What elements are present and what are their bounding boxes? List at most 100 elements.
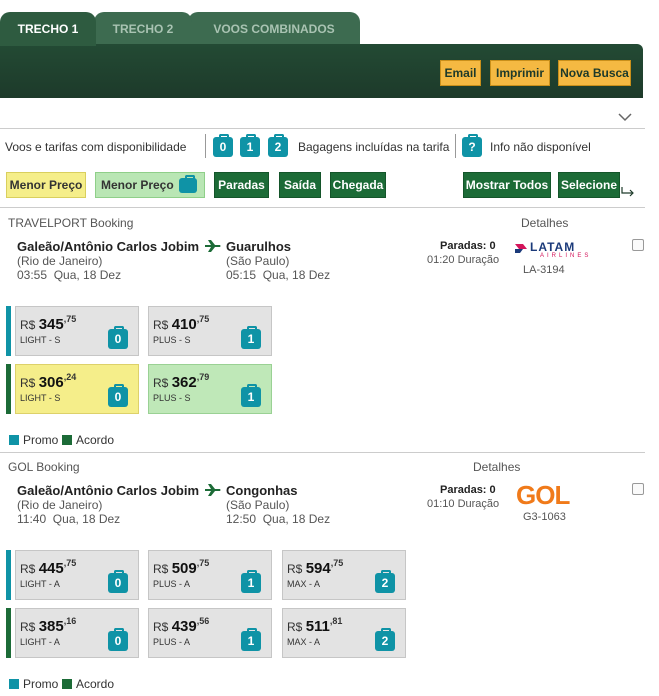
tab-label: TRECHO 2 [112, 22, 174, 36]
bag-icon: 0 [108, 326, 128, 349]
info-icon: ? [462, 134, 482, 157]
select-flight-checkbox[interactable] [632, 239, 644, 251]
fare-card[interactable]: R$ 345,75 LIGHT - S 0 [15, 306, 139, 356]
show-all-button[interactable]: Mostrar Todos [463, 172, 551, 198]
departure-time: 03:55 Qua, 18 Dez [17, 268, 122, 282]
latam-logo: LATAM AIRLINES [514, 240, 588, 262]
fare-card[interactable]: R$ 511,81 MAX - A 2 [282, 608, 406, 658]
arrival-time: 12:50 Qua, 18 Dez [226, 512, 331, 526]
fare-card[interactable]: R$ 594,75 MAX - A 2 [282, 550, 406, 600]
acordo-legend: Acordo [76, 677, 115, 691]
duration-label: 01:10 Duração [427, 498, 500, 510]
print-button[interactable]: Imprimir [490, 60, 550, 86]
origin-airport: Galeão/Antônio Carlos Jobim [17, 239, 200, 254]
fare-card[interactable]: R$ 410,75 PLUS - S 1 [148, 306, 272, 356]
fare-class: LIGHT - A [20, 579, 60, 589]
filter-label: Menor Preço [101, 178, 174, 192]
bag-icon: 2 [375, 570, 395, 593]
bag-icon: 1 [241, 628, 261, 651]
fare-class: PLUS - S [153, 335, 191, 345]
provider-label: TRAVELPORT Booking [8, 216, 134, 230]
fare-card[interactable]: R$ 509,75 PLUS - A 1 [148, 550, 272, 600]
fare-price: R$ 362,79 [153, 372, 210, 391]
divider [0, 452, 645, 453]
arrival-filter[interactable]: Chegada [330, 172, 386, 198]
bag-icon: 0 [108, 570, 128, 593]
fare-class: MAX - A [287, 637, 321, 647]
select-button[interactable]: Selecione [558, 172, 620, 198]
divider [0, 207, 645, 208]
bag-icon: 0 [108, 384, 128, 407]
fare-price: R$ 306,24 [20, 372, 77, 391]
destination-airport: Guarulhos [226, 239, 292, 254]
destination-airport: Congonhas [226, 483, 298, 498]
tab-voos-combinados[interactable]: VOOS COMBINADOS [188, 12, 360, 46]
stops-filter[interactable]: Paradas [214, 172, 269, 198]
tab-trecho-1[interactable]: TRECHO 1 [0, 12, 96, 46]
bag-icon [179, 175, 197, 193]
origin-airport: Galeão/Antônio Carlos Jobim [17, 483, 200, 498]
fare-price: R$ 345,75 [20, 314, 77, 333]
destination-city: (São Paulo) [226, 498, 290, 512]
stops-label: Paradas: 0 [440, 240, 496, 252]
departure-filter[interactable]: Saída [279, 172, 321, 198]
flight-number: LA-3194 [523, 264, 565, 276]
availability-legend: Voos e tarifas com disponibilidade [5, 140, 187, 154]
acordo-legend: Acordo [76, 433, 115, 447]
fare-price: R$ 511,81 [287, 616, 343, 635]
bag-icon: 0 [108, 628, 128, 651]
fare-card[interactable]: R$ 362,79 PLUS - S 1 [148, 364, 272, 414]
bag-icon: 1 [241, 326, 261, 349]
acordo-row-marker [6, 364, 11, 414]
lowest-price-filter[interactable]: Menor Preço [6, 172, 86, 198]
select-flight-checkbox[interactable] [632, 483, 644, 495]
fare-price: R$ 445,75 [20, 558, 77, 577]
destination-city: (São Paulo) [226, 254, 290, 268]
info-legend: Info não disponível [490, 140, 591, 154]
divider [0, 128, 645, 129]
fare-class: LIGHT - A [20, 637, 60, 647]
details-label: Detalhes [521, 216, 569, 230]
fare-price: R$ 385,16 [20, 616, 77, 635]
fare-card[interactable]: R$ 385,16 LIGHT - A 0 [15, 608, 139, 658]
fare-class: PLUS - A [153, 637, 191, 647]
divider [205, 134, 206, 158]
bag-icon: 1 [240, 134, 260, 157]
plane-icon [205, 240, 221, 252]
tab-label: VOOS COMBINADOS [213, 22, 335, 36]
fare-price: R$ 509,75 [153, 558, 210, 577]
promo-legend: Promo [23, 433, 59, 447]
fare-card[interactable]: R$ 445,75 LIGHT - A 0 [15, 550, 139, 600]
chevron-down-icon[interactable] [618, 110, 632, 124]
bag-icon: 1 [241, 384, 261, 407]
email-button[interactable]: Email [440, 60, 481, 86]
promo-row-marker [6, 306, 11, 356]
fare-class: PLUS - A [153, 579, 191, 589]
bag-icon: 1 [241, 570, 261, 593]
bag-icon: 2 [375, 628, 395, 651]
fare-price: R$ 594,75 [287, 558, 344, 577]
flight-number: G3-1063 [523, 511, 566, 523]
tab-label: TRECHO 1 [17, 22, 79, 36]
fare-card[interactable]: R$ 439,56 PLUS - A 1 [148, 608, 272, 658]
fare-class: MAX - A [287, 579, 321, 589]
origin-city: (Rio de Janeiro) [17, 254, 103, 268]
lowest-price-bag-filter[interactable]: Menor Preço [95, 172, 205, 198]
new-search-button[interactable]: Nova Busca [558, 60, 631, 86]
arrow-down-right-icon [621, 187, 634, 197]
latam-logo-icon [515, 244, 527, 253]
promo-row-marker [6, 550, 11, 600]
tab-trecho-2[interactable]: TRECHO 2 [94, 12, 192, 46]
origin-city: (Rio de Janeiro) [17, 498, 103, 512]
bag-icon: 2 [268, 134, 288, 157]
duration-label: 01:20 Duração [427, 254, 500, 266]
fare-card[interactable]: R$ 306,24 LIGHT - S 0 [15, 364, 139, 414]
acordo-row-marker [6, 608, 11, 658]
acordo-swatch [62, 435, 72, 445]
acordo-swatch [62, 679, 72, 689]
stops-label: Paradas: 0 [440, 484, 496, 496]
divider [455, 134, 456, 158]
fare-class: PLUS - S [153, 393, 191, 403]
fare-price: R$ 410,75 [153, 314, 210, 333]
departure-time: 11:40 Qua, 18 Dez [17, 512, 121, 526]
